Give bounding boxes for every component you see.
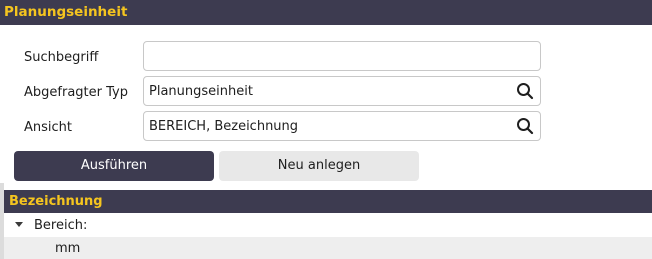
list-item-label: mm xyxy=(55,241,81,256)
search-icon[interactable] xyxy=(516,117,534,135)
group-label: Bereich: xyxy=(34,218,88,233)
list-item[interactable]: mm xyxy=(4,237,652,259)
view-field[interactable]: BEREICH, Bezeichnung xyxy=(143,111,541,141)
title-bar: Planungseinheit xyxy=(0,0,652,25)
search-input[interactable] xyxy=(143,41,541,71)
caret-down-icon[interactable] xyxy=(15,222,23,227)
column-header-label: Bezeichnung xyxy=(9,194,103,209)
search-icon[interactable] xyxy=(516,82,534,100)
type-field-value: Planungseinheit xyxy=(149,84,253,99)
create-button[interactable]: Neu anlegen xyxy=(219,151,419,181)
type-label: Abgefragter Typ xyxy=(24,85,128,100)
view-field-value: BEREICH, Bezeichnung xyxy=(149,119,299,134)
type-field[interactable]: Planungseinheit xyxy=(143,76,541,106)
search-label: Suchbegriff xyxy=(24,50,99,65)
group-row[interactable]: Bereich: xyxy=(4,214,652,237)
view-row: Ansicht BEREICH, Bezeichnung xyxy=(0,111,652,145)
list-column-header[interactable]: Bezeichnung xyxy=(4,190,652,213)
execute-button[interactable]: Ausführen xyxy=(14,151,214,181)
search-row: Suchbegriff xyxy=(0,41,652,75)
window-title: Planungseinheit xyxy=(4,4,128,20)
type-row: Abgefragter Typ Planungseinheit xyxy=(0,76,652,110)
view-label: Ansicht xyxy=(24,120,73,135)
